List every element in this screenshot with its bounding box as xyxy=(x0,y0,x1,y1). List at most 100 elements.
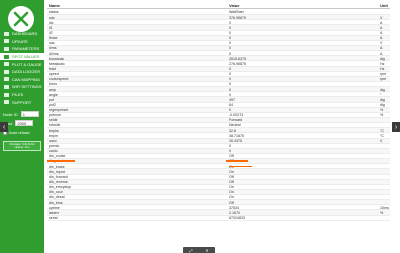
row-name: angle xyxy=(49,92,58,97)
row-name: din_bms xyxy=(49,200,63,205)
row-name: serial xyxy=(49,216,58,221)
row-name: tmpm xyxy=(49,133,58,138)
row-unit: V xyxy=(380,138,383,143)
highlight-underline-value-2 xyxy=(229,165,252,167)
row-unit: A xyxy=(380,51,383,56)
sidebar-item-plot-gauge[interactable]: PLOT & GAUGE xyxy=(0,60,44,68)
can-icon xyxy=(4,77,9,82)
highlight-underline-value-1 xyxy=(226,160,248,162)
row-value: 0 xyxy=(229,72,231,77)
header-unit: Unit xyxy=(380,3,388,8)
row-name: din_forward xyxy=(49,174,68,179)
row-value: On xyxy=(229,185,234,190)
row-value: 0 xyxy=(229,92,231,97)
row-value: Off xyxy=(229,174,234,179)
row-name: boostcalc xyxy=(49,56,65,61)
files-icon xyxy=(4,92,9,97)
row-value: 0 xyxy=(229,82,231,87)
sidebar-item-wifi-settings[interactable]: WIFI SETTINGS xyxy=(0,83,44,91)
row-unit: dig xyxy=(380,87,385,92)
row-unit: Hz xyxy=(380,66,385,71)
row-name: speed xyxy=(49,72,59,77)
row-name: il2 xyxy=(49,30,53,35)
row-unit: % xyxy=(380,210,384,215)
sidebar-item-label: SPOT VALUES xyxy=(12,54,40,60)
row-value: WaitStart xyxy=(229,10,244,15)
row-value: 0 xyxy=(229,144,231,149)
row-name: lasterr xyxy=(49,210,59,215)
row-value: 0 xyxy=(229,36,231,41)
sidebar-item-dashboard[interactable]: DASHBOARD xyxy=(0,30,44,38)
row-name: regenpreset xyxy=(49,108,69,113)
support-icon xyxy=(4,100,9,105)
row-name: din_ocur xyxy=(49,190,63,195)
table-body: status WaitStart udc 376.95675 Vidc 0 Ail1 0 Ail… xyxy=(47,10,390,221)
dashboard-icon xyxy=(4,31,9,36)
close-icon[interactable]: ✕ xyxy=(205,248,208,253)
row-value: 32.6 xyxy=(229,128,236,133)
node-id-input[interactable]: 1 xyxy=(20,111,39,117)
row-name: tmphs xyxy=(49,128,59,133)
row-unit: V xyxy=(380,15,383,20)
spot-values-icon xyxy=(4,54,9,59)
row-value: 0 xyxy=(229,30,231,35)
row-unit: A xyxy=(380,25,383,30)
sidebar-item-label: UPDATE xyxy=(12,38,28,44)
expand-icon[interactable]: ⤢ xyxy=(189,248,192,253)
baud-input[interactable]: 2000 xyxy=(15,120,34,126)
row-value: On xyxy=(229,190,234,195)
row-unit: Hz xyxy=(380,61,385,66)
row-name: amp xyxy=(49,87,56,92)
node-id-row: Node ID 1 xyxy=(3,111,39,117)
row-value: 276.96875 xyxy=(229,61,246,66)
sidebar-item-label: DATA LOGGER xyxy=(12,69,41,75)
row-unit: ° xyxy=(380,92,382,97)
row-value: Off xyxy=(229,154,234,159)
row-value: -0.00273 xyxy=(229,113,244,118)
row-name: pot2 xyxy=(49,102,56,107)
row-unit: % xyxy=(380,113,384,118)
highlight-underline-name xyxy=(47,160,75,162)
row-value: 0 xyxy=(229,51,231,56)
sidebar-item-files[interactable]: FILES xyxy=(0,91,44,99)
spot-values-table: Name Value Unit status WaitStart udc 376.95… xyxy=(47,0,390,253)
sidebar-item-parameters[interactable]: PARAMETERS xyxy=(0,45,44,53)
row-value: Neutral xyxy=(229,123,241,128)
row-name: idc xyxy=(49,20,54,25)
row-value: 0 xyxy=(229,87,231,92)
row-value: On xyxy=(229,195,234,200)
row-unit: rpm xyxy=(380,72,387,77)
row-name: il1 xyxy=(49,25,53,30)
chevron-right-icon[interactable]: › xyxy=(392,122,400,132)
header-name: Name xyxy=(49,3,60,8)
logger-icon xyxy=(4,69,9,74)
sidebar-item-support[interactable]: SUPPORT xyxy=(0,98,44,106)
row-name: rotordir xyxy=(49,123,61,128)
row-unit: A xyxy=(380,30,383,35)
sidebar-item-update[interactable]: UPDATE xyxy=(0,38,44,46)
sidebar-item-label: DASHBOARD xyxy=(12,31,38,37)
auto-reload-label: Auto reload xyxy=(9,130,30,135)
row-unit: % xyxy=(380,108,384,113)
row-value: 0 xyxy=(229,66,231,71)
sidebar-item-can-mapping[interactable]: CAN MAPPING xyxy=(0,76,44,84)
update-icon xyxy=(4,39,9,44)
sidebar-item-label: PARAMETERS xyxy=(12,46,40,52)
sidebar-item-data-logger[interactable]: DATA LOGGER xyxy=(0,68,44,76)
row-name: uac xyxy=(49,41,55,46)
row-unit: °C xyxy=(380,133,385,138)
chevron-left-icon[interactable]: ‹ xyxy=(0,122,8,132)
row-name: uptime xyxy=(49,205,60,210)
sidebar-item-spot-values[interactable]: SPOT VALUES xyxy=(0,52,44,61)
row-unit: dig xyxy=(380,102,385,107)
row-name: fstat xyxy=(49,66,56,71)
row-unit: A xyxy=(380,46,383,51)
row-name: uaux xyxy=(49,138,57,143)
row-name: din_desat xyxy=(49,195,65,200)
row-name: pot xyxy=(49,97,54,102)
row-name: din_mprot xyxy=(49,169,65,174)
row-unit: rpm xyxy=(380,77,387,82)
parameters-icon xyxy=(4,46,9,51)
row-value: 0 xyxy=(229,77,231,82)
table-row: serial 67024833 xyxy=(47,216,390,221)
